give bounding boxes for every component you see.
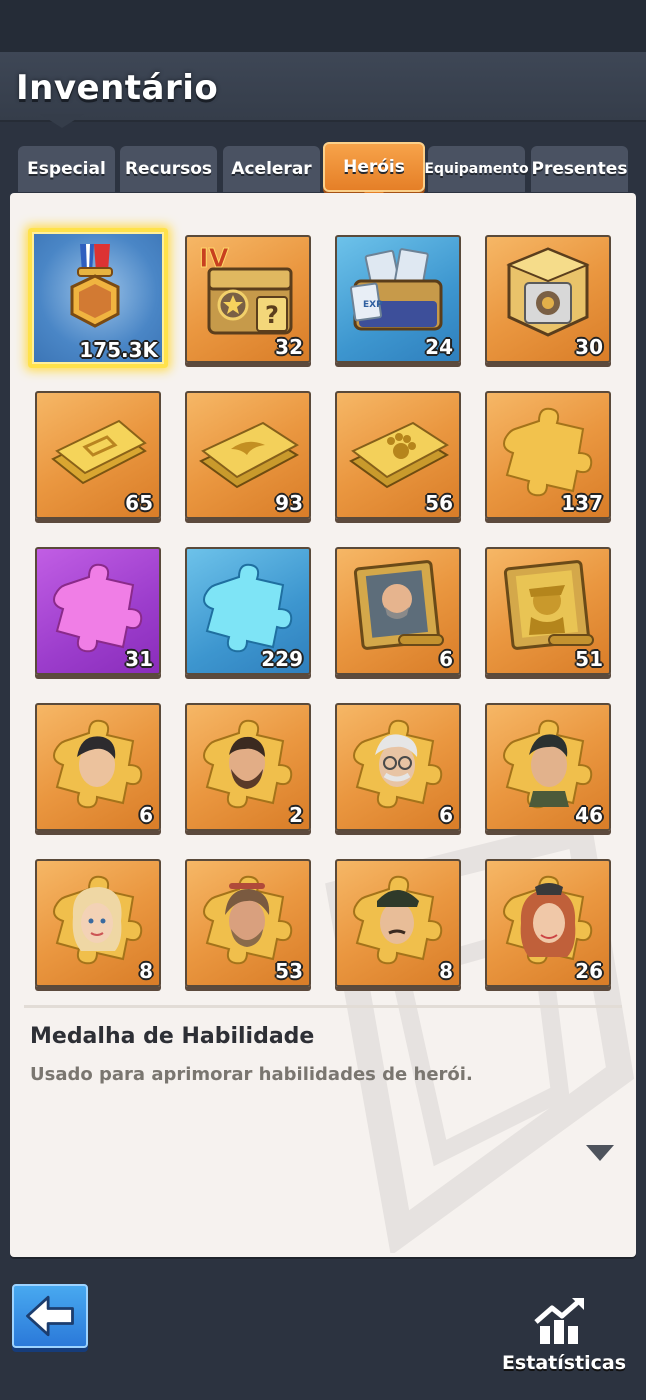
item-slot[interactable]: 175.3K	[28, 228, 168, 368]
statistics-chart-icon	[534, 1298, 584, 1344]
item-slot[interactable]: 46	[485, 703, 611, 831]
exp-card-crate-icon: EXP	[350, 248, 443, 331]
item-slot[interactable]: ? IV 32	[185, 235, 311, 363]
hero-shard-dark-hair-man-icon	[53, 719, 143, 809]
item-count: 56	[425, 491, 453, 515]
item-slot[interactable]: 6	[335, 547, 461, 675]
item-slot[interactable]: 6	[335, 703, 461, 831]
hero-shard-soldier-icon	[503, 719, 593, 809]
item-count: 6	[439, 803, 453, 827]
hero-shard-officer-icon	[353, 875, 443, 965]
item-slot[interactable]: 6	[35, 703, 161, 831]
detail-divider	[24, 1005, 622, 1008]
gold-hero-portrait-scroll-icon	[503, 560, 594, 650]
inventory-panel: 175.3K ? IV 32 EXP 24 30 65 93 56 137 31…	[10, 193, 636, 1257]
item-count: 137	[561, 491, 603, 515]
item-detail-title: Medalha de Habilidade	[30, 1024, 315, 1049]
item-slot[interactable]: 30	[485, 235, 611, 363]
item-count: 30	[575, 335, 603, 359]
item-count: 32	[275, 335, 303, 359]
hero-shard-old-man-glasses-icon	[353, 719, 443, 809]
item-count: 31	[125, 647, 153, 671]
hero-shard-redhead-woman-icon	[503, 875, 593, 965]
svg-text:IV: IV	[199, 244, 229, 274]
item-slot[interactable]: 137	[485, 391, 611, 519]
page-title: Inventário	[16, 68, 219, 108]
purple-puzzle-piece-icon	[53, 563, 143, 653]
expand-details-icon[interactable]	[586, 1145, 614, 1161]
gold-puzzle-piece-icon	[503, 407, 593, 497]
item-count: 65	[125, 491, 153, 515]
item-slot[interactable]: 26	[485, 859, 611, 987]
item-count: 51	[575, 647, 603, 671]
blue-puzzle-piece-icon	[203, 563, 293, 653]
status-bar-area	[0, 0, 646, 52]
item-count: 6	[139, 803, 153, 827]
item-count: 93	[275, 491, 303, 515]
tab-presentes[interactable]: Presentes	[531, 146, 628, 192]
tab-herois[interactable]: Heróis	[323, 142, 425, 203]
item-slot[interactable]: 51	[485, 547, 611, 675]
hero-shard-bearded-man-icon	[203, 719, 293, 809]
item-slot[interactable]: 93	[185, 391, 311, 519]
item-slot[interactable]: 229	[185, 547, 311, 675]
item-count: 46	[575, 803, 603, 827]
item-detail-description: Usado para aprimorar habilidades de heró…	[30, 1064, 473, 1085]
item-slot[interactable]: 56	[335, 391, 461, 519]
item-count: 229	[261, 647, 303, 671]
gold-ticket-icon	[51, 419, 147, 485]
item-slot[interactable]: 8	[35, 859, 161, 987]
gold-eagle-ticket-icon	[199, 421, 300, 489]
back-arrow-icon	[26, 1295, 74, 1337]
item-slot[interactable]: 65	[35, 391, 161, 519]
gold-cube-chest-icon	[506, 247, 590, 337]
statistics-label: Estatísticas	[501, 1352, 627, 1374]
item-count: 53	[275, 959, 303, 983]
hero-chest-iv-icon: ? IV	[199, 244, 293, 335]
tab-equipamento[interactable]: Equipamento	[424, 146, 529, 192]
item-slot[interactable]: 2	[185, 703, 311, 831]
item-count: 6	[439, 647, 453, 671]
svg-text:EXP: EXP	[363, 300, 383, 310]
item-count: 26	[575, 959, 603, 983]
hero-shard-rugged-man-icon	[203, 875, 293, 965]
skill-medal-icon	[70, 244, 120, 328]
item-count: 8	[139, 959, 153, 983]
hero-portrait-scroll-icon	[353, 560, 444, 650]
item-count: 24	[425, 335, 453, 359]
item-slot[interactable]: EXP 24	[335, 235, 461, 363]
item-grid: 175.3K ? IV 32 EXP 24 30 65 93 56 137 31…	[10, 193, 636, 993]
tab-especial[interactable]: Especial	[18, 146, 115, 192]
header-notch	[40, 114, 84, 128]
item-slot[interactable]: 8	[335, 859, 461, 987]
svg-text:?: ?	[265, 301, 279, 329]
statistics-button[interactable]: Estatísticas	[496, 1296, 632, 1380]
item-slot[interactable]: 53	[185, 859, 311, 987]
header-bar: Inventário	[0, 52, 646, 128]
tab-acelerar[interactable]: Acelerar	[223, 146, 320, 192]
item-slot[interactable]: 31	[35, 547, 161, 675]
back-button[interactable]	[12, 1284, 88, 1348]
hero-shard-blonde-woman-icon	[53, 875, 143, 965]
item-count: 2	[289, 803, 303, 827]
item-count: 175.3K	[79, 338, 158, 362]
item-count: 8	[439, 959, 453, 983]
category-tabs: Especial Recursos Acelerar Heróis Equipa…	[18, 142, 628, 203]
tab-recursos[interactable]: Recursos	[120, 146, 217, 192]
gold-paw-ticket-icon	[349, 421, 450, 489]
